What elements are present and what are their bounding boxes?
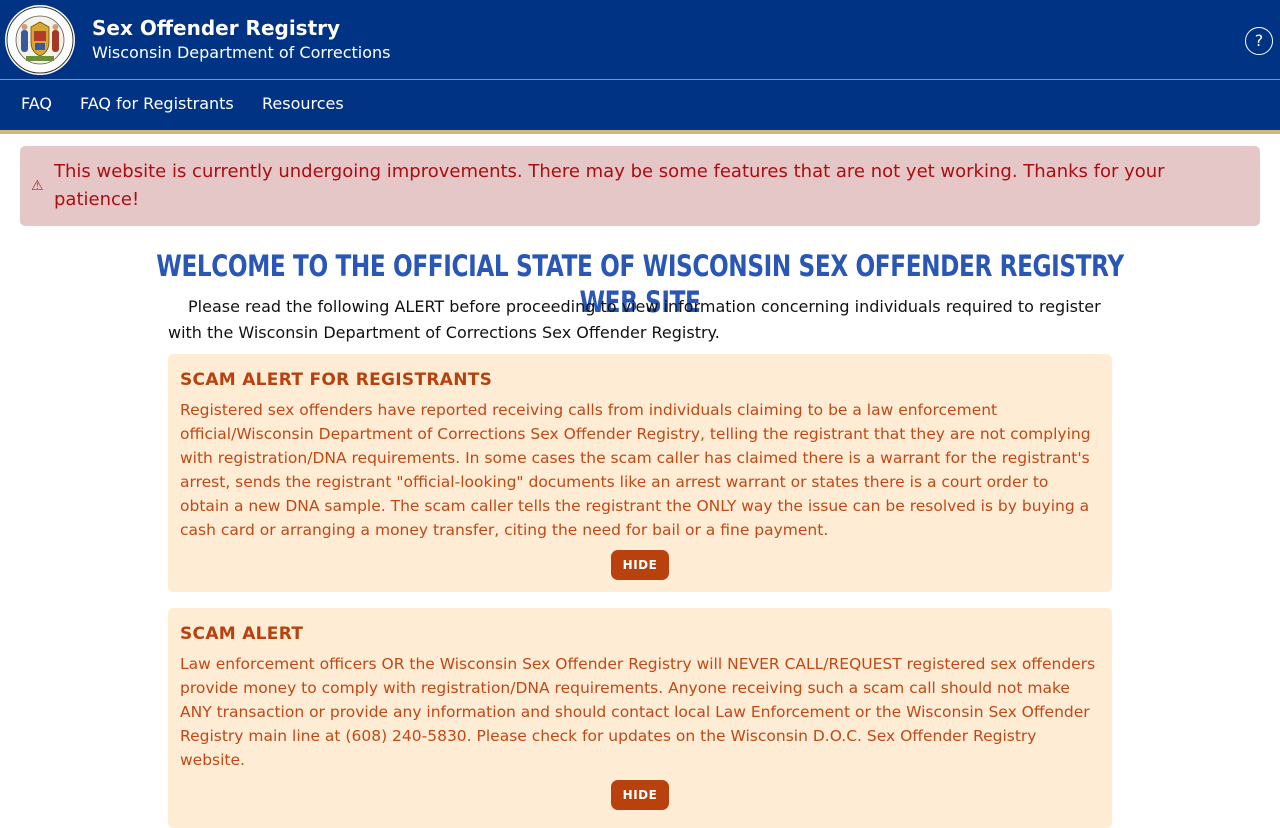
site-header: Sex Offender Registry Wisconsin Departme… bbox=[0, 0, 1280, 80]
help-button[interactable]: ? bbox=[1245, 27, 1273, 55]
wisconsin-seal-logo[interactable] bbox=[4, 4, 76, 76]
banner-message: This website is currently undergoing imp… bbox=[54, 161, 1165, 210]
scam-alert-registrants: SCAM ALERT FOR REGISTRANTS Registered se… bbox=[168, 354, 1112, 592]
hide-button[interactable]: HIDE bbox=[611, 550, 669, 580]
nav-item-faq[interactable]: FAQ bbox=[21, 94, 52, 114]
alert-body: Law enforcement officers OR the Wisconsi… bbox=[180, 655, 1096, 769]
nav-accent-bar bbox=[0, 130, 1280, 134]
site-subtitle: Wisconsin Department of Corrections bbox=[92, 43, 391, 62]
alert-title: SCAM ALERT bbox=[180, 624, 304, 644]
hide-button[interactable]: HIDE bbox=[611, 780, 669, 810]
nav-item-resources[interactable]: Resources bbox=[262, 94, 344, 114]
alert-body: Registered sex offenders have reported r… bbox=[180, 401, 1091, 539]
scam-alert: SCAM ALERT Law enforcement officers OR t… bbox=[168, 608, 1112, 828]
warning-icon: ⚠ bbox=[31, 178, 44, 194]
intro-text: Please read the following ALERT before p… bbox=[168, 297, 1101, 342]
alert-title: SCAM ALERT FOR REGISTRANTS bbox=[180, 370, 493, 390]
site-title: Sex Offender Registry bbox=[92, 16, 341, 40]
nav-item-faq-registrants[interactable]: FAQ for Registrants bbox=[80, 94, 234, 114]
improvements-banner: ⚠ This website is currently undergoing i… bbox=[20, 146, 1260, 226]
main-nav: FAQ FAQ for Registrants Resources bbox=[0, 80, 1280, 130]
